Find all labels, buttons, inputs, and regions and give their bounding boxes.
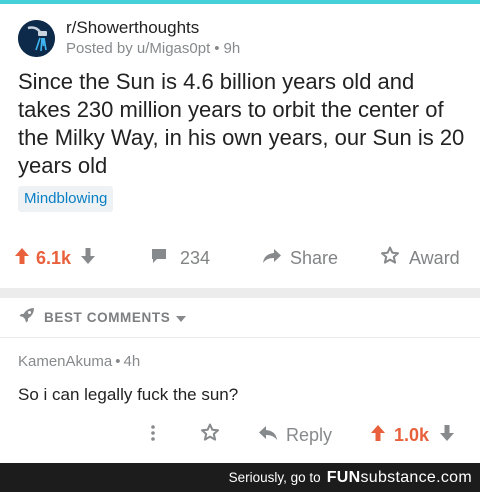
brand-rest: substance [360,468,437,486]
award-icon [200,423,220,447]
post-meta: Posted by u/Migas0pt • 9h [66,39,240,59]
reply-label: Reply [286,424,333,445]
share-label: Share [290,247,339,268]
brand-bold: FUN [326,468,361,486]
watermark-footer: Seriously, go to FUNsubstance.com [0,463,480,492]
post-header: r/Showerthoughts Posted by u/Migas0pt • 9h [18,18,240,59]
share-button[interactable]: Share [262,240,338,276]
comments-count: 234 [180,247,211,268]
footer-tagline: Seriously, go to [228,470,321,485]
comment-action-bar: Reply 1.0k [0,420,480,450]
post-age: 9h [223,40,241,57]
comment-author[interactable]: KamenAkuma [18,353,112,370]
share-icon [262,247,282,270]
brand-suffix: .com [436,468,472,486]
comment-body: So i can legally fuck the sun? [18,385,239,404]
award-button[interactable]: Award [380,240,460,276]
comment-age: 4h [123,353,141,370]
comments-button[interactable]: 234 [150,240,210,276]
comment-icon [150,247,168,270]
post-action-bar: 6.1k 234 Share Award [0,240,480,276]
comment-award-button[interactable] [200,420,220,450]
meta-separator: • [214,40,220,57]
sort-label: BEST COMMENTS [44,310,171,325]
top-accent-bar [0,0,480,4]
upvote-icon[interactable] [370,424,386,447]
post-title[interactable]: Since the Sun is 4.6 billion years old a… [18,68,468,180]
award-icon [380,246,400,270]
award-label: Award [409,247,460,268]
comment-vote-group: 1.0k [370,420,455,450]
reply-button[interactable]: Reply [258,420,332,450]
post-score: 6.1k [36,247,72,268]
reply-icon [258,425,278,446]
more-options-button[interactable] [150,420,156,450]
caret-down-icon [176,309,187,327]
more-icon [150,424,156,447]
upvote-icon[interactable] [14,247,30,270]
rocket-icon [18,306,36,329]
meta-separator: • [115,353,121,370]
comment-score: 1.0k [394,424,430,445]
downvote-icon[interactable] [80,247,96,270]
subreddit-name[interactable]: r/Showerthoughts [66,18,240,38]
post-flair[interactable]: Mindblowing [18,186,114,212]
footer-brand[interactable]: FUNsubstance.com [327,469,472,487]
subreddit-avatar-icon[interactable] [18,20,55,57]
comment-meta: KamenAkuma • 4h [18,352,468,372]
comment: KamenAkuma • 4h So i can legally fuck the … [18,352,468,406]
posted-by[interactable]: Posted by u/Migas0pt [66,40,210,57]
post-vote-group: 6.1k [14,240,96,276]
comment-sort-dropdown[interactable]: BEST COMMENTS [0,288,480,338]
downvote-icon[interactable] [439,424,455,447]
